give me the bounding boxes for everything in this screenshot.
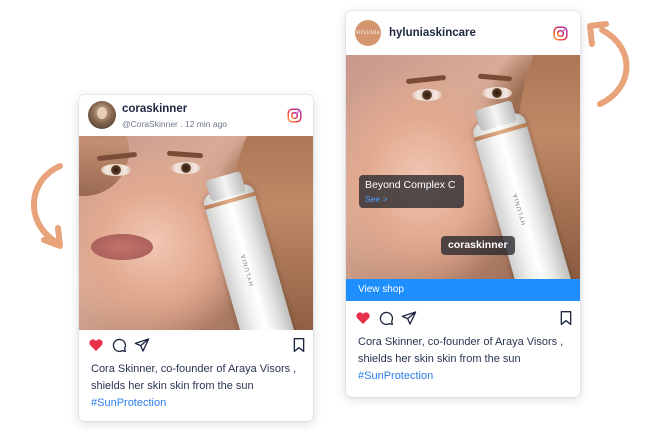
- caption-text: Cora Skinner, co-founder of Araya Visors…: [358, 336, 564, 365]
- avatar[interactable]: HYLUNIA: [355, 20, 381, 46]
- post-actions: [346, 308, 580, 328]
- view-shop-button[interactable]: View shop: [346, 279, 580, 301]
- post-meta: @CoraSkinner . 12 min ago: [122, 119, 228, 129]
- post-photo[interactable]: HYLUNIA Beyond Complex C See > coraskinn…: [346, 55, 580, 279]
- product-tag-title: Beyond Complex C: [365, 179, 456, 191]
- instagram-post-left: coraskinner @CoraSkinner . 12 min ago HY…: [79, 95, 313, 421]
- instagram-icon[interactable]: [287, 108, 302, 123]
- post-caption: Cora Skinner, co-founder of Araya Visors…: [358, 334, 568, 385]
- product-tag[interactable]: Beyond Complex C See >: [359, 175, 464, 208]
- avatar[interactable]: [88, 101, 116, 129]
- post-actions: [79, 335, 313, 355]
- post-photo[interactable]: HYLUNIA: [79, 136, 313, 330]
- post-username[interactable]: hyluniaskincare: [389, 27, 476, 39]
- post-header: HYLUNIA hyluniaskincare: [346, 11, 580, 55]
- product-tag-see-link[interactable]: See >: [365, 194, 458, 204]
- comment-icon[interactable]: [378, 310, 394, 326]
- post-header: coraskinner @CoraSkinner . 12 min ago: [79, 95, 313, 136]
- post-caption: Cora Skinner, co-founder of Araya Visors…: [91, 361, 301, 412]
- caption-text: Cora Skinner, co-founder of Araya Visors…: [91, 363, 297, 392]
- bookmark-icon[interactable]: [291, 337, 307, 353]
- share-icon[interactable]: [401, 310, 417, 326]
- curved-arrow-left-icon: [30, 163, 63, 249]
- post-handle: @CoraSkinner: [122, 119, 178, 129]
- person-tag[interactable]: coraskinner: [441, 236, 515, 255]
- post-time: 12 min ago: [184, 119, 228, 129]
- heart-icon[interactable]: [88, 337, 104, 353]
- hashtag-link[interactable]: #SunProtection: [358, 370, 433, 382]
- heart-icon[interactable]: [355, 310, 371, 326]
- instagram-post-right: HYLUNIA hyluniaskincare HYLUNIA Beyond C…: [346, 11, 580, 397]
- comment-icon[interactable]: [111, 337, 127, 353]
- curved-arrow-right-icon: [587, 21, 630, 107]
- hashtag-link[interactable]: #SunProtection: [91, 397, 166, 409]
- share-icon[interactable]: [134, 337, 150, 353]
- product-brand-text: HYLUNIA: [240, 252, 256, 287]
- instagram-icon[interactable]: [553, 26, 568, 41]
- product-brand-text: HYLUNIA: [512, 192, 528, 226]
- post-username[interactable]: coraskinner: [122, 103, 187, 115]
- bookmark-icon[interactable]: [558, 310, 574, 326]
